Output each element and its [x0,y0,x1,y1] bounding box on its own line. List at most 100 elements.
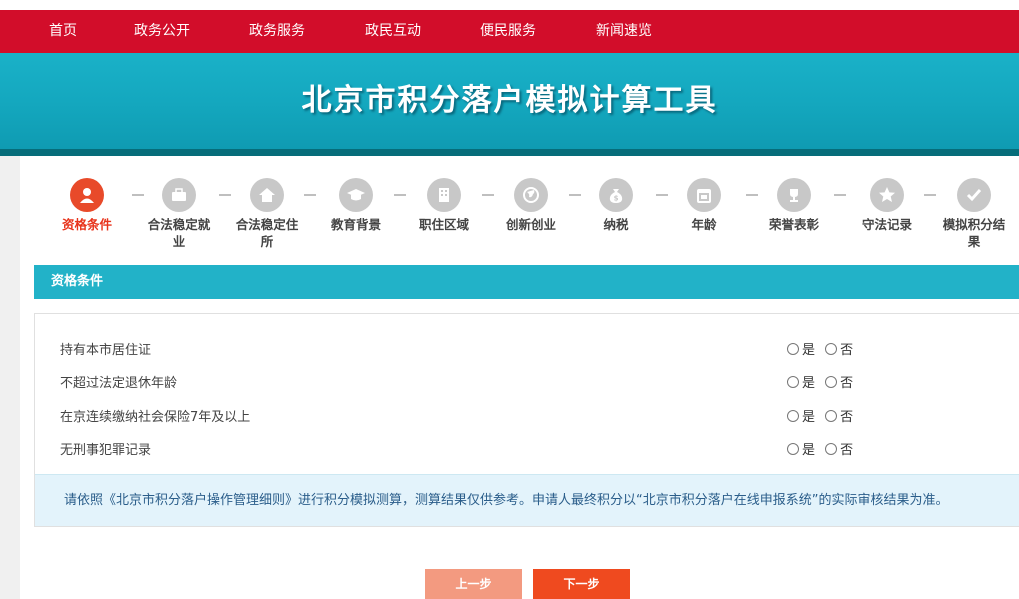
question-text: 在京连续缴纳社会保险7年及以上 [60,410,251,425]
briefcase-icon [162,178,196,212]
step-education[interactable]: 教育背景 [321,172,391,233]
left-gutter [0,156,20,599]
step-progress: 资格条件 合法稳定就业 合法稳定住所 教育背景 职住区域 创新创业 $ 纳税 年… [34,172,1019,264]
step-tax[interactable]: $ 纳税 [581,172,651,233]
step-label: 守法记录 [861,217,912,232]
next-step-button[interactable]: 下一步 [533,569,630,599]
step-connector [656,194,668,196]
person-icon [70,178,104,212]
step-label: 模拟积分结果 [942,217,1006,249]
question-row: 持有本市居住证 是 否 [60,341,1010,361]
option-no[interactable]: 否 [825,410,853,425]
eligibility-panel: 持有本市居住证 是 否 不超过法定退休年龄 是 否 在京连续缴纳社会保险7年及以… [34,313,1019,527]
step-result[interactable]: 模拟积分结果 [939,172,1009,250]
step-connector [304,194,316,196]
option-yes[interactable]: 是 [787,343,815,358]
question-options: 是 否 [787,408,859,428]
step-connector [924,194,936,196]
step-connector [132,194,144,196]
option-no[interactable]: 否 [825,443,853,458]
building-icon [427,178,461,212]
checkmark-icon [957,178,991,212]
nav-item-public-services[interactable]: 便民服务 [480,10,536,53]
step-honors[interactable]: 荣誉表彰 [759,172,829,233]
step-employment[interactable]: 合法稳定就业 [144,172,214,250]
house-icon [250,178,284,212]
banner-divider [0,149,1019,156]
step-label: 合法稳定住所 [235,217,299,249]
prev-step-button[interactable]: 上一步 [425,569,522,599]
radio-button[interactable] [825,443,838,455]
step-connector [482,194,494,196]
nav-item-gov-services[interactable]: 政务服务 [249,10,305,53]
option-label: 是 [802,443,816,458]
question-text: 无刑事犯罪记录 [60,443,152,458]
radio-button[interactable] [787,410,799,422]
radio-button[interactable] [825,376,838,388]
question-options: 是 否 [787,374,859,394]
option-label: 否 [840,343,854,358]
radio-button[interactable] [787,443,799,455]
svg-text:$: $ [614,195,619,203]
step-work-live-area[interactable]: 职住区域 [409,172,479,233]
question-options: 是 否 [787,441,859,461]
calendar-icon [687,178,721,212]
step-residence[interactable]: 合法稳定住所 [232,172,302,250]
graduation-cap-icon [339,178,373,212]
step-connector [569,194,581,196]
page-title: 北京市积分落户模拟计算工具 [301,83,718,118]
step-label: 资格条件 [61,217,112,232]
money-bag-icon: $ [599,178,633,212]
step-age[interactable]: 年龄 [669,172,739,233]
option-yes[interactable]: 是 [787,410,815,425]
option-label: 否 [840,410,854,425]
star-icon [870,178,904,212]
option-label: 否 [840,376,854,391]
section-header: 资格条件 [34,265,1019,299]
option-yes[interactable]: 是 [787,376,815,391]
section-title: 资格条件 [51,274,104,289]
top-whitespace [0,0,1019,10]
nav-item-news[interactable]: 新闻速览 [596,10,652,53]
step-law-record[interactable]: 守法记录 [852,172,922,233]
question-text: 持有本市居住证 [60,343,152,358]
step-label: 荣誉表彰 [768,217,819,232]
step-label: 年龄 [691,217,717,232]
question-row: 不超过法定退休年龄 是 否 [60,374,1010,394]
question-row: 无刑事犯罪记录 是 否 [60,441,1010,461]
step-connector [219,194,231,196]
step-connector [746,194,758,196]
main-nav: 首页 政务公开 政务服务 政民互动 便民服务 新闻速览 [0,10,1019,53]
step-label: 创新创业 [505,217,556,232]
option-no[interactable]: 否 [825,343,853,358]
radio-button[interactable] [825,410,838,422]
question-text: 不超过法定退休年龄 [60,376,178,391]
banner: 北京市积分落户模拟计算工具 [0,53,1019,149]
step-connector [394,194,406,196]
step-label: 纳税 [603,217,629,232]
trophy-icon [777,178,811,212]
radio-button[interactable] [787,343,799,355]
step-label: 职住区域 [418,217,469,232]
option-label: 否 [840,443,854,458]
globe-icon [514,178,548,212]
step-label: 合法稳定就业 [147,217,211,249]
option-yes[interactable]: 是 [787,443,815,458]
option-label: 是 [802,410,816,425]
option-no[interactable]: 否 [825,376,853,391]
notice-box: 请依照《北京市积分落户操作管理细则》进行积分模拟测算，测算结果仅供参考。申请人最… [35,474,1019,526]
radio-button[interactable] [787,376,799,388]
nav-item-gov-affairs-open[interactable]: 政务公开 [134,10,190,53]
option-label: 是 [802,343,816,358]
nav-item-home[interactable]: 首页 [49,10,77,53]
notice-text: 请依照《北京市积分落户操作管理细则》进行积分模拟测算，测算结果仅供参考。申请人最… [64,493,949,508]
step-innovation[interactable]: 创新创业 [496,172,566,233]
option-label: 是 [802,376,816,391]
step-connector [834,194,846,196]
step-label: 教育背景 [330,217,381,232]
nav-item-interaction[interactable]: 政民互动 [365,10,421,53]
question-row: 在京连续缴纳社会保险7年及以上 是 否 [60,408,1010,428]
step-eligibility[interactable]: 资格条件 [52,172,122,233]
radio-button[interactable] [825,343,838,355]
question-options: 是 否 [787,341,859,361]
